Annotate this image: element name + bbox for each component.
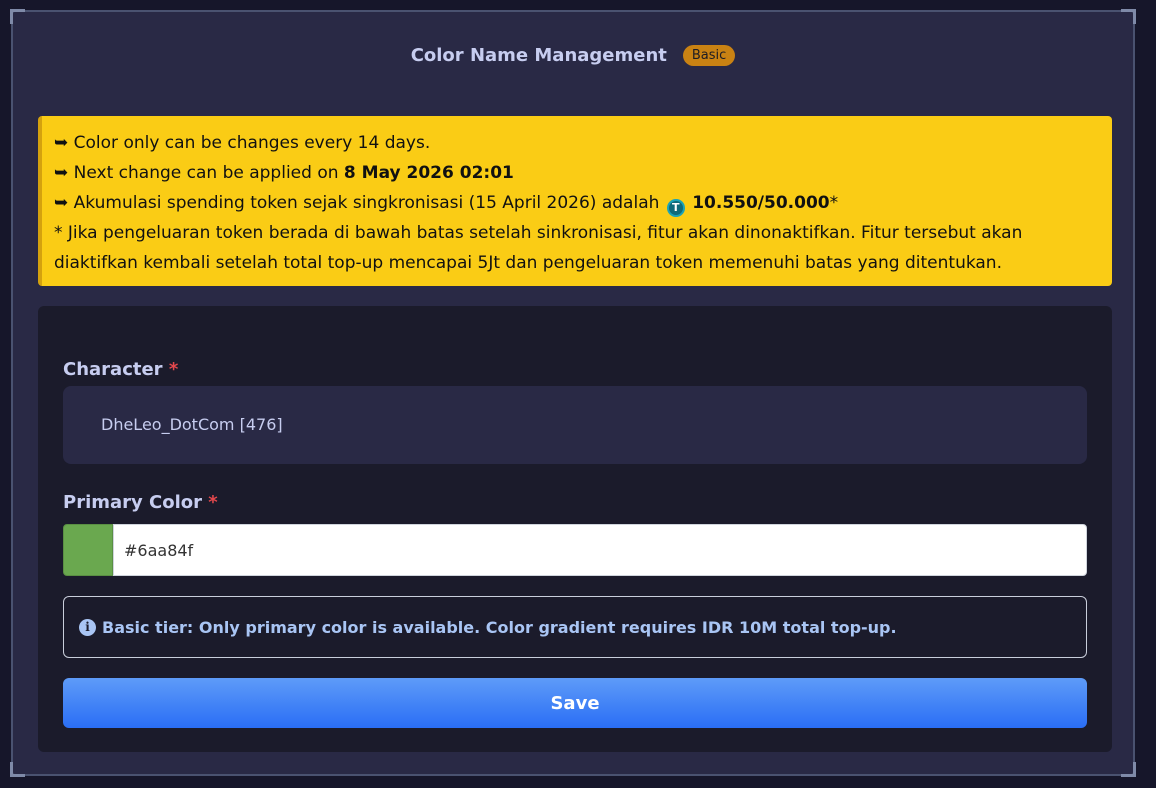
- token-spending-value: 10.550/50.000: [692, 193, 830, 213]
- character-label-text: Character: [63, 359, 163, 380]
- primary-color-hex-input[interactable]: [113, 524, 1087, 576]
- asterisk-mark: *: [829, 193, 839, 213]
- tier-badge: Basic: [682, 44, 736, 66]
- page-title: Color Name Management: [410, 44, 667, 66]
- panel-header: Color Name Management Basic: [13, 40, 1133, 70]
- corner-decoration: [10, 762, 25, 777]
- notice-text: Next change can be applied on: [73, 163, 344, 183]
- token-icon: T: [666, 199, 685, 217]
- color-picker-swatch[interactable]: [63, 524, 113, 576]
- notice-box: ➥ Color only can be changes every 14 day…: [38, 116, 1112, 286]
- notice-line-next-change: ➥ Next change can be applied on 8 May 20…: [54, 158, 1100, 188]
- character-label: Character *: [63, 359, 178, 380]
- required-mark: *: [208, 492, 218, 513]
- notice-line-frequency: ➥ Color only can be changes every 14 day…: [54, 128, 1100, 158]
- tier-info-text: Basic tier: Only primary color is availa…: [102, 617, 897, 637]
- corner-decoration: [10, 9, 25, 24]
- arrow-icon: ➥: [54, 133, 69, 153]
- notice-text: Color only can be changes every 14 days.: [73, 133, 431, 153]
- arrow-icon: ➥: [54, 193, 69, 213]
- primary-color-row: [63, 524, 1087, 576]
- notice-footnote: * Jika pengeluaran token berada di bawah…: [54, 223, 1023, 273]
- required-mark: *: [168, 359, 179, 380]
- arrow-icon: ➥: [54, 163, 69, 183]
- primary-color-label-text: Primary Color: [63, 492, 203, 513]
- tier-info-box: i Basic tier: Only primary color is avai…: [63, 596, 1087, 658]
- next-change-date: 8 May 2026 02:01: [343, 163, 514, 183]
- corner-decoration: [1121, 762, 1136, 777]
- save-button[interactable]: Save: [63, 678, 1087, 728]
- character-select[interactable]: DheLeo_DotCom [476]: [63, 386, 1087, 464]
- panel-frame: Color Name Management Basic ➥ Color only…: [10, 9, 1136, 777]
- corner-decoration: [1121, 9, 1136, 24]
- primary-color-label: Primary Color *: [63, 492, 218, 513]
- notice-line-spending: ➥ Akumulasi spending token sejak singkro…: [54, 188, 1100, 218]
- notice-text: Akumulasi spending token sejak singkroni…: [73, 193, 660, 213]
- form-card: Character * DheLeo_DotCom [476] Primary …: [38, 306, 1112, 752]
- info-icon: i: [79, 618, 96, 636]
